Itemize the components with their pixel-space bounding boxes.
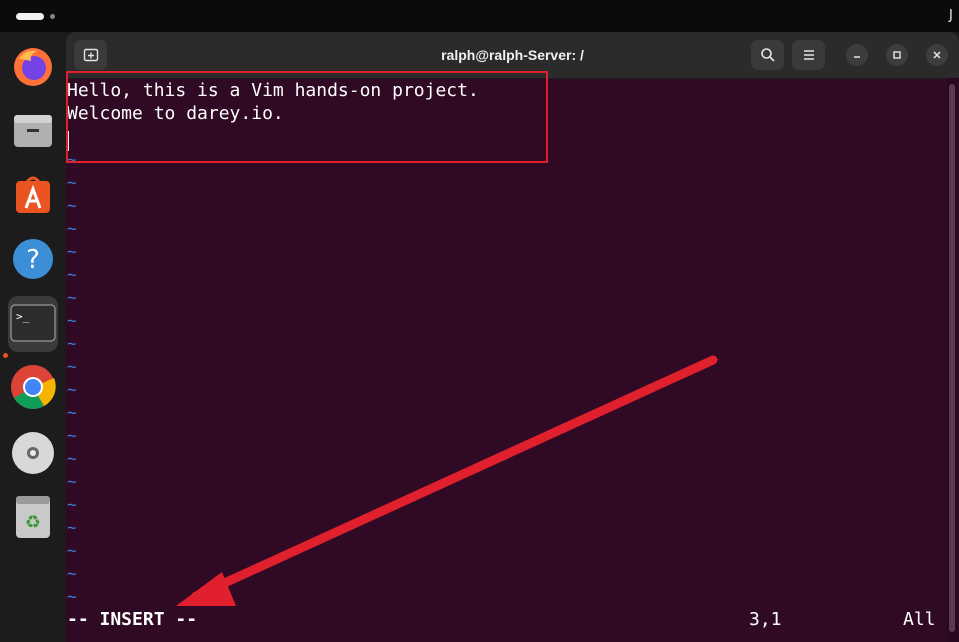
empty-line-marker: ~ [67,357,77,376]
empty-line-marker: ~ [67,587,77,606]
new-tab-button[interactable] [74,40,107,70]
svg-text:♻: ♻ [25,512,41,533]
minimize-button[interactable] [846,44,868,66]
trash-icon: ♻ [16,496,50,538]
minimize-icon [854,56,860,58]
title-bar[interactable]: ralph@ralph-Server: / [66,32,959,79]
scrollbar-thumb[interactable] [949,84,955,632]
empty-line-marker: ~ [67,380,77,399]
empty-line-marker: ~ [67,265,77,284]
window-title: ralph@ralph-Server: / [441,47,584,63]
empty-line-marker: ~ [67,518,77,537]
help-icon: ? [13,239,53,279]
dock: ? >_ ♻ [0,32,66,642]
app-center-icon [16,176,50,213]
maximize-button[interactable] [886,44,908,66]
workspace-indicator-active[interactable] [16,13,44,20]
dock-firefox[interactable] [8,42,58,92]
chrome-icon [11,365,56,409]
dock-trash[interactable]: ♻ [8,492,58,542]
empty-line-marker: ~ [67,150,77,169]
dock-app-center[interactable] [8,170,58,220]
vim-editor[interactable]: Hello, this is a Vim hands-on project. W… [66,78,946,642]
empty-line-marker: ~ [67,173,77,192]
empty-line-marker: ~ [67,426,77,445]
dock-disc[interactable] [8,428,58,478]
empty-line-marker: ~ [67,495,77,514]
folder-icon [14,115,52,147]
terminal-window: ralph@ralph-Server: / Hello, this is a V… [66,32,959,642]
firefox-icon [14,48,52,86]
search-icon [760,48,775,62]
dock-help[interactable]: ? [8,234,58,284]
top-bar: J [0,0,959,32]
dock-terminal[interactable]: >_ [8,296,58,352]
empty-line-marker: ~ [67,242,77,261]
running-indicator [3,353,8,358]
empty-line-marker: ~ [67,541,77,560]
maximize-icon [893,51,901,59]
terminal-icon: >_ [10,304,56,342]
empty-line-marker: ~ [67,334,77,353]
empty-line-marker: ~ [67,311,77,330]
vim-scroll-position: All [903,609,936,630]
new-tab-icon [83,48,98,62]
hamburger-menu-icon [803,50,814,60]
close-icon [933,51,941,59]
svg-text:>_: >_ [16,310,30,323]
empty-line-marker: ~ [67,196,77,215]
dock-files[interactable] [8,106,58,156]
empty-line-marker: ~ [67,449,77,468]
disc-icon [12,432,54,474]
workspace-indicator[interactable] [50,14,55,19]
empty-line-marker: ~ [67,219,77,238]
empty-line-marker: ~ [67,403,77,422]
svg-text:?: ? [26,245,40,275]
top-bar-edge-text: J [949,8,953,23]
vim-mode-indicator: -- INSERT -- [67,609,198,630]
vim-line-1: Hello, this is a Vim hands-on project. [67,80,479,101]
dock-chrome[interactable] [8,362,58,412]
empty-line-marker: ~ [67,472,77,491]
vim-line-2: Welcome to darey.io. [67,103,284,124]
close-button[interactable] [926,44,948,66]
menu-button[interactable] [792,40,825,70]
empty-line-marker: ~ [67,288,77,307]
search-button[interactable] [751,40,784,70]
vim-cursor-position: 3,1 [749,609,782,630]
empty-line-marker: ~ [67,564,77,583]
